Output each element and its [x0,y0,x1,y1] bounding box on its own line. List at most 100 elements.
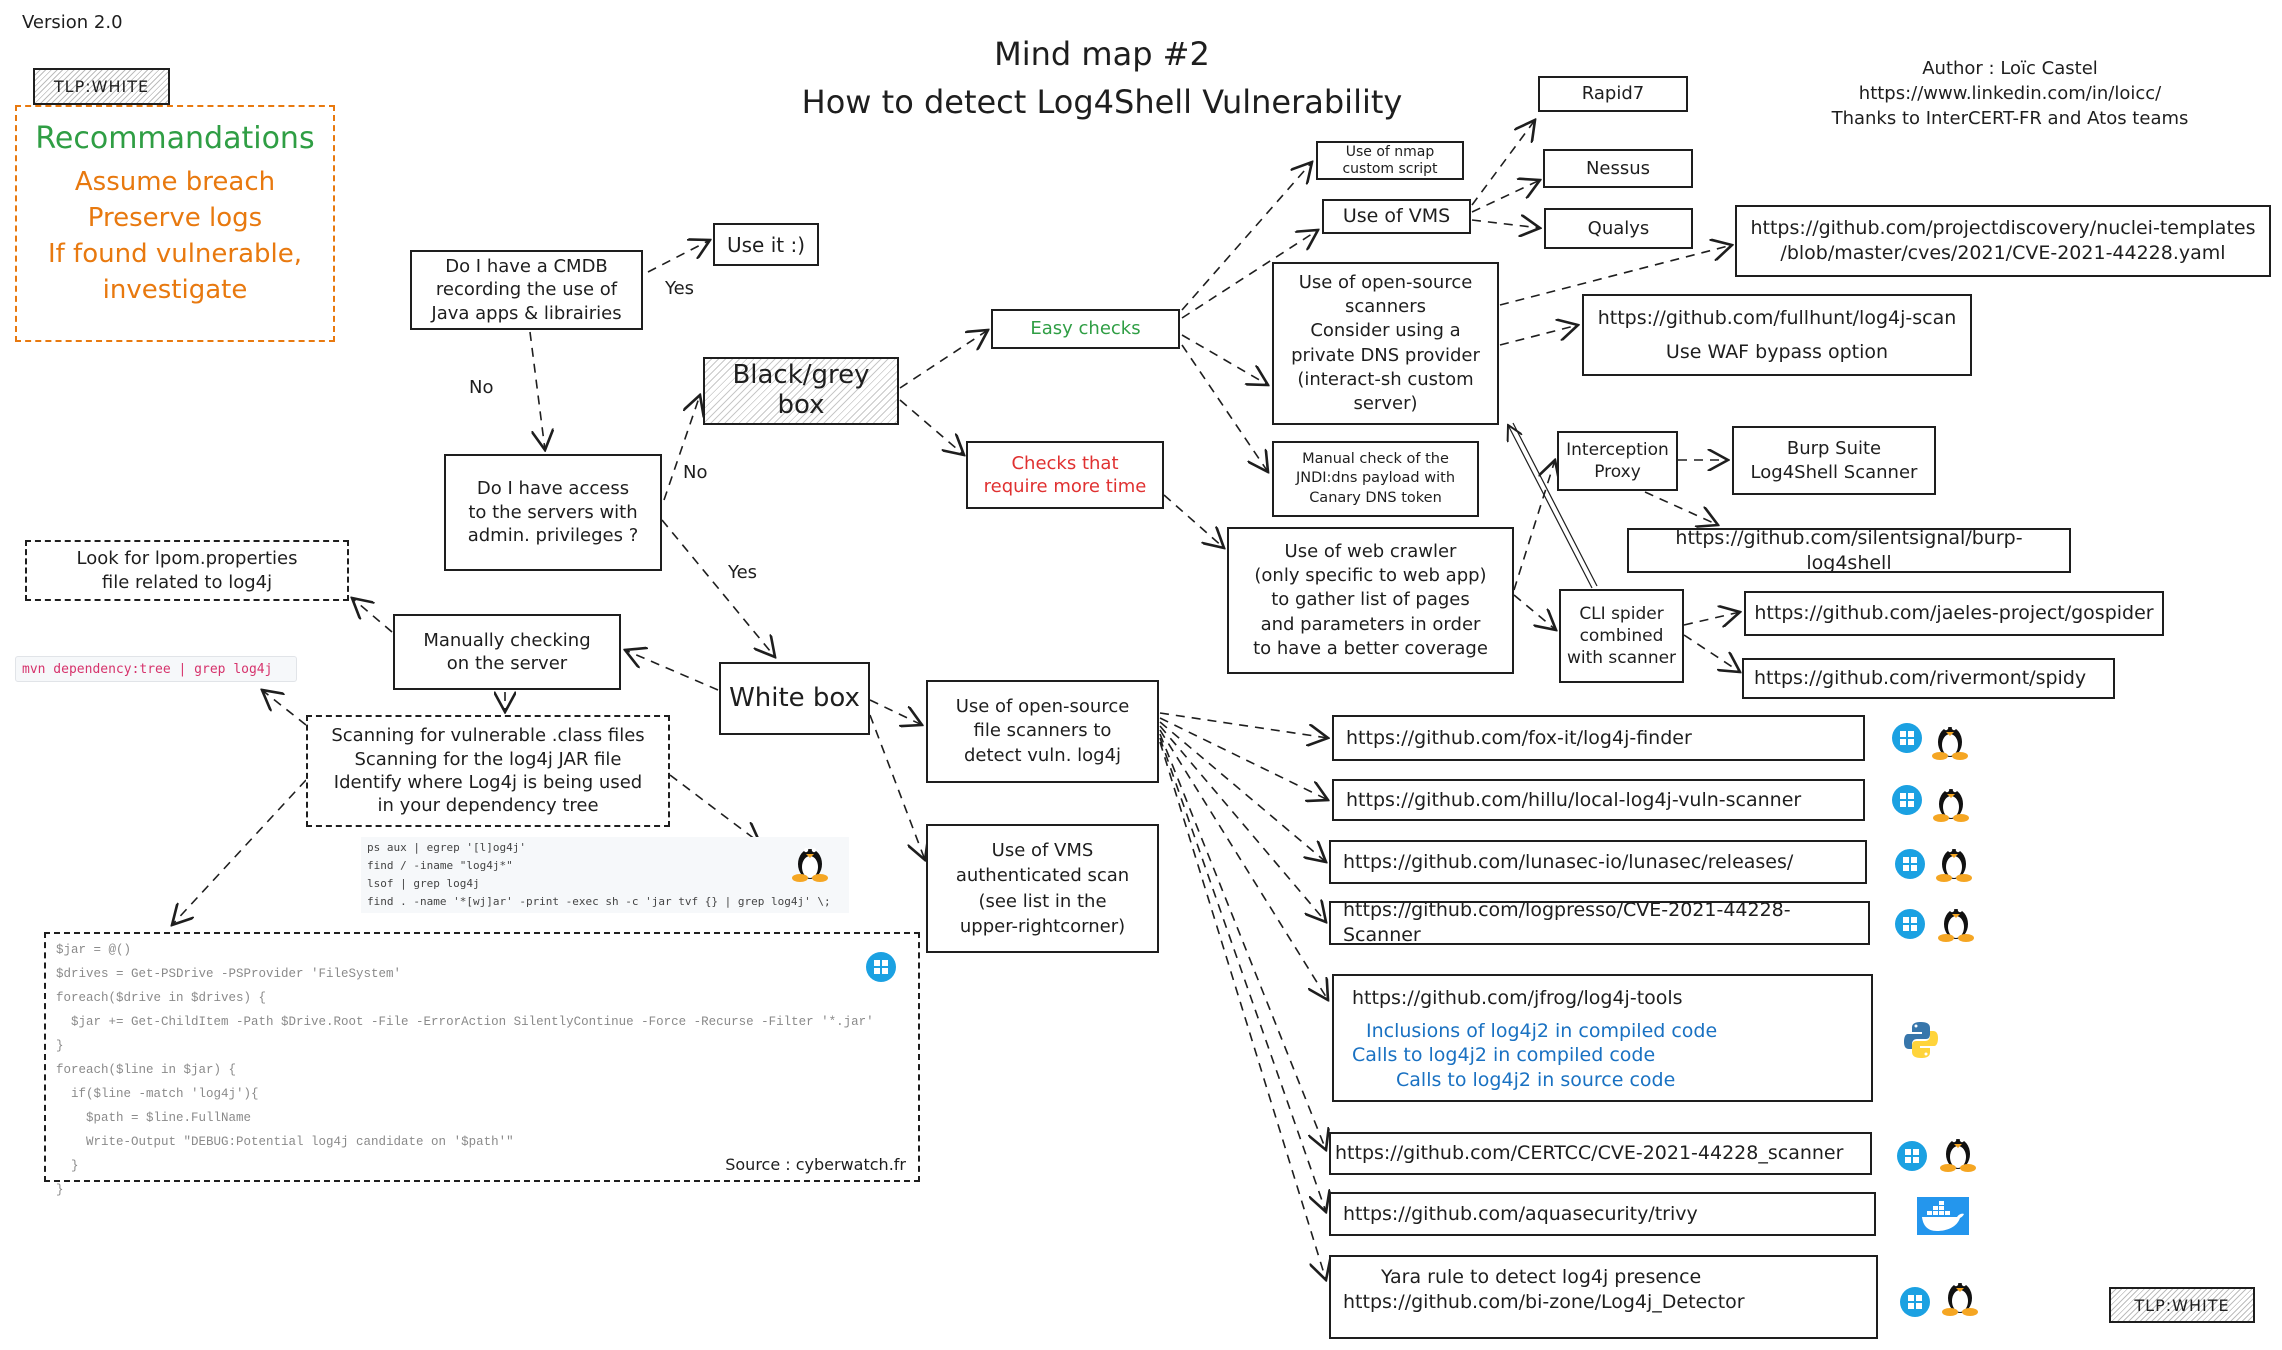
node-text: Use of web crawler [1284,540,1457,562]
pom-properties-node[interactable]: Look for lpom.properties file related to… [25,540,349,601]
file-scanners-node[interactable]: Use of open-source file scanners to dete… [926,680,1159,783]
code-line: } [56,1039,64,1053]
tool-logpresso-link[interactable]: https://github.com/logpresso/CVE-2021-44… [1329,899,1870,946]
arrow-files-tool7 [1159,737,1326,1212]
link-text[interactable]: https://github.com/fullhunt/log4j-scan [1598,301,1957,335]
black-grey-box-node[interactable]: Black/grey box [703,357,899,425]
arrow-cmdb-useit [647,240,710,273]
arrow-scan-mvn [262,690,307,726]
node-text: JNDI:dns payload with [1295,470,1456,487]
node-text: Checks that [1011,452,1119,474]
node-text: Manually checking [423,629,591,651]
scanning-methods-node[interactable]: Scanning for vulnerable .class files Sca… [306,715,670,827]
thanks-text: Thanks to InterCERT-FR and Atos teams [1831,108,2189,129]
docker-icon [1917,1197,1969,1235]
code-line: foreach($line in $jar) { [56,1063,237,1077]
link-text[interactable]: /blob/master/cves/2021/CVE-2021-44228.ya… [1780,241,2225,266]
fullhunt-log4j-scan-link[interactable]: https://github.com/fullhunt/log4j-scan U… [1582,294,1972,376]
node-text: with scanner [1566,648,1677,669]
node-text: custom script [1342,160,1438,177]
arrow-access-blackgrey [663,395,700,501]
node-text: detect vuln. log4j [963,744,1122,766]
windows-icon [1893,905,1927,943]
node-text: (interact-sh custom [1297,368,1474,390]
arrow-crawler-cli [1513,594,1556,630]
recommendation-item: If found vulnerable, [47,239,303,269]
use-it-node[interactable]: Use it :) [713,223,819,266]
node-text: Scanning for the log4j JAR file [354,748,622,770]
oss-scanners-node[interactable]: Use of open-source scanners Consider usi… [1272,262,1499,425]
access-question-node[interactable]: Do I have access to the servers with adm… [444,454,662,571]
burp-suite-scanner-node[interactable]: Burp Suite Log4Shell Scanner [1732,426,1936,495]
tool-hillu-link[interactable]: https://github.com/hillu/local-log4j-vul… [1332,779,1865,821]
nmap-script-node[interactable]: Use of nmap custom script [1316,141,1464,180]
easy-checks-node[interactable]: Easy checks [991,309,1180,349]
tool-lunasec-link[interactable]: https://github.com/lunasec-io/lunasec/re… [1329,840,1867,884]
tool-jfrog-link[interactable]: https://github.com/jfrog/log4j-tools Inc… [1332,974,1873,1102]
arrow-manual-pom [352,598,393,633]
feature-text: Inclusions of log4j2 in compiled code [1366,1019,1718,1042]
web-crawler-node[interactable]: Use of web crawler (only specific to web… [1227,527,1514,674]
yes-label: Yes [665,278,695,299]
node-text: Proxy [1594,462,1641,482]
tool-fox-it-link[interactable]: https://github.com/fox-it/log4j-finder [1332,715,1865,761]
recommendations-title: Recommandations [35,121,315,156]
node-text: upper-rightcorner) [959,915,1126,937]
python-icon [1903,1020,1939,1064]
node-text: recording the use of [435,279,618,301]
windows-icon [1890,719,1924,757]
use-vms-node[interactable]: Use of VMS [1322,199,1471,234]
node-text: Use of open-source [955,696,1130,718]
silentsignal-burp-link[interactable]: https://github.com/silentsignal/burp-log… [1627,527,2071,574]
tool-bizone-link[interactable]: Yara rule to detect log4j presence https… [1329,1255,1878,1339]
node-text: private DNS provider [1291,344,1480,366]
author-link[interactable]: https://www.linkedin.com/in/loicc/ [1760,81,2260,106]
node-text: require more time [983,476,1147,497]
code-line: $jar = @() [56,943,132,957]
windows-icon [1893,845,1927,883]
tool-trivy-link[interactable]: https://github.com/aquasecurity/trivy [1329,1192,1876,1236]
cmdb-question-node[interactable]: Do I have a CMDB recording the use of Ja… [410,250,643,330]
linux-commands-snippet[interactable]: ps aux | egrep '[l]og4j' find / -iname "… [361,837,849,913]
arrow-time-crawler [1163,494,1224,548]
vms-rapid7-node[interactable]: Rapid7 [1538,76,1688,112]
gospider-link[interactable]: https://github.com/jaeles-project/gospid… [1744,591,2164,636]
mvn-command-snippet[interactable]: mvn dependency:tree | grep log4j [15,656,297,682]
manual-check-server-node[interactable]: Manually checking on the server [393,614,621,690]
node-text: Canary DNS token [1309,489,1442,506]
feature-text: Calls to log4j2 in source code [1396,1069,1676,1092]
feature-text: Calls to log4j2 in compiled code [1352,1044,1656,1067]
code-line: lsof | grep log4j [367,877,480,890]
arrow-files-tool8 [1159,741,1326,1280]
recommendations-box: Recommandations Assume breach Preserve l… [15,105,335,342]
white-box-node[interactable]: White box [719,662,870,735]
node-text: Manual check of the [1302,450,1449,467]
title-line-1: Mind map #2 [994,35,1210,73]
arrow-cli-gospider [1683,612,1740,625]
arrow-access-whitebox [661,519,775,657]
link-text[interactable]: https://github.com/projectdiscovery/nucl… [1750,216,2255,241]
arrow-cmdb-access [529,331,545,450]
nuclei-templates-link[interactable]: https://github.com/projectdiscovery/nucl… [1735,205,2271,277]
vms-nessus-node[interactable]: Nessus [1543,149,1693,188]
tool-certcc-link[interactable]: https://github.com/CERTCC/CVE-2021-44228… [1329,1132,1872,1175]
manual-jndi-check-node[interactable]: Manual check of the JNDI:dns payload wit… [1272,441,1479,517]
link-text[interactable]: https://github.com/jfrog/log4j-tools [1352,986,1683,1011]
code-line: ps aux | egrep '[l]og4j' [367,841,526,854]
vms-qualys-node[interactable]: Qualys [1544,208,1693,249]
node-text: Do I have a CMDB [445,255,608,277]
arrow-proxy-silent [1644,491,1718,525]
code-line: } [56,1183,64,1197]
link-text[interactable]: https://github.com/bi-zone/Log4j_Detecto… [1343,1290,1745,1315]
author-block: Author : Loïc Castel https://www.linkedi… [1760,56,2260,131]
arrow-scan-ps [172,779,307,925]
node-text: file related to log4j [101,571,273,593]
windows-icon [1895,1137,1929,1175]
vms-authenticated-scan-node[interactable]: Use of VMS authenticated scan (see list … [926,824,1159,953]
interception-proxy-node[interactable]: Interception Proxy [1557,431,1678,491]
spidy-link[interactable]: https://github.com/rivermont/spidy [1742,658,2115,699]
node-text: on the server [446,653,568,674]
cli-spider-node[interactable]: CLI spider combined with scanner [1559,589,1684,683]
powershell-script-box[interactable]: $jar = @() $drives = Get-PSDrive -PSProv… [44,932,920,1197]
more-time-checks-node[interactable]: Checks that require more time [966,441,1164,509]
